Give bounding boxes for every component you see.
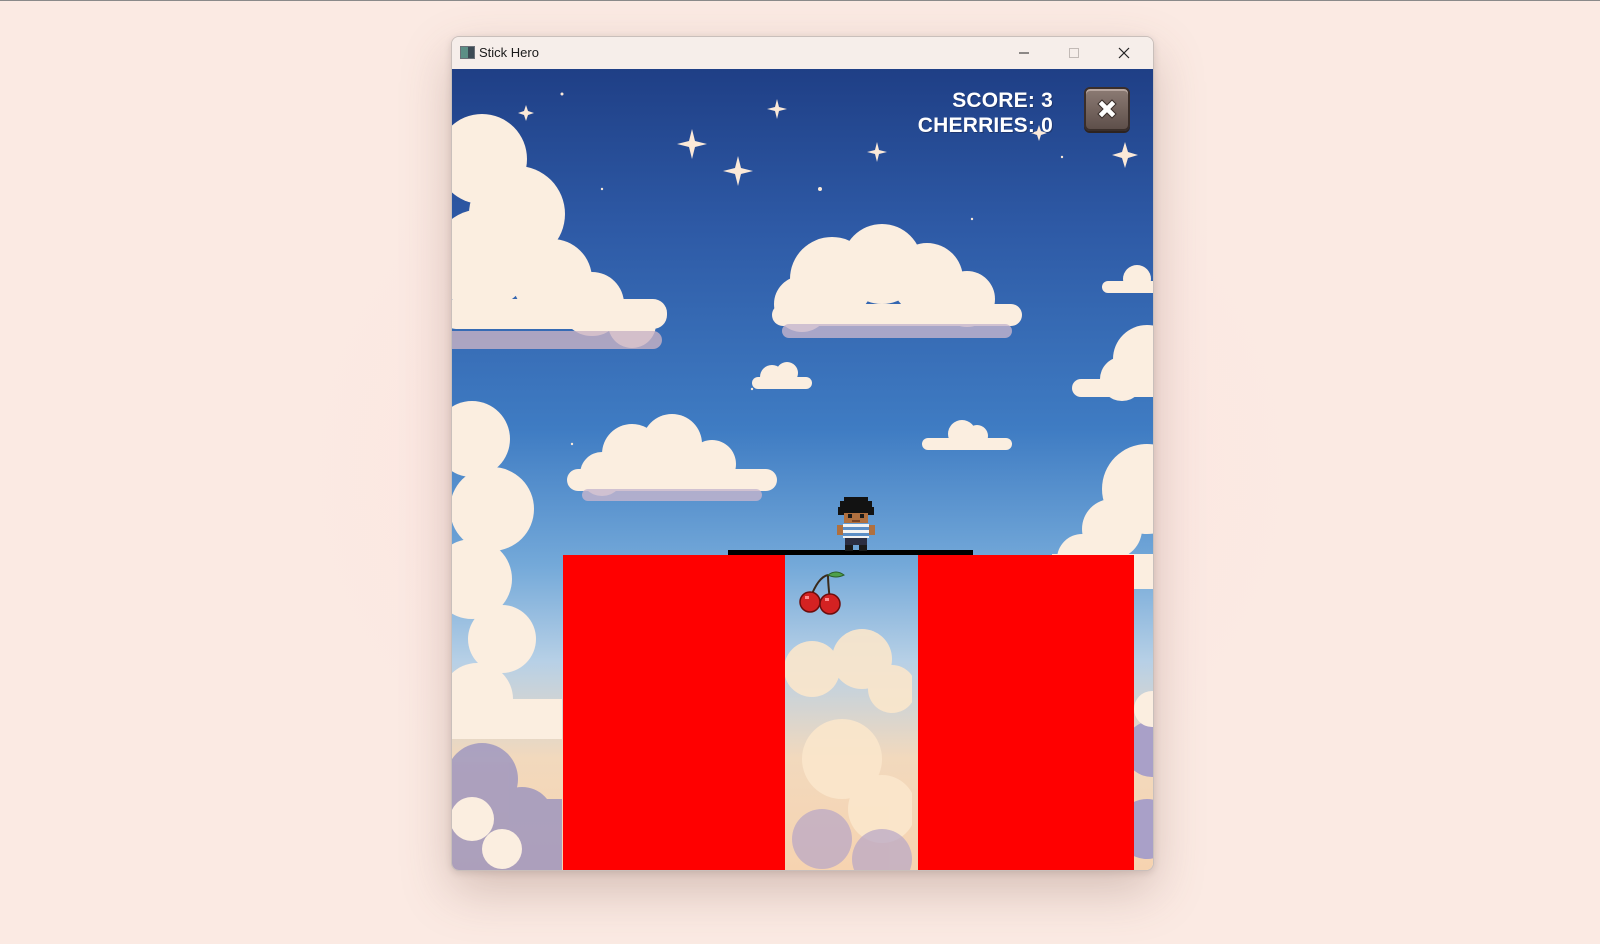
window-title: Stick Hero	[479, 45, 539, 60]
close-icon	[1118, 47, 1130, 59]
cherries-display: CHERRIES: 0	[917, 114, 1053, 137]
screen-top-edge	[0, 0, 1600, 1]
score-display: SCORE: 3	[952, 89, 1053, 112]
cloud-left-large	[452, 114, 667, 349]
maximize-icon	[1069, 48, 1079, 58]
cloud-small-2	[922, 420, 1012, 450]
close-icon	[1097, 99, 1117, 119]
cloud-right	[1052, 265, 1153, 589]
pillar-right	[918, 555, 1134, 870]
hero-character	[837, 497, 875, 551]
cherry	[799, 571, 845, 615]
cloud-center-mid	[567, 414, 777, 501]
cloud-small-1	[752, 362, 812, 389]
pillar-left	[563, 555, 785, 870]
quit-game-button[interactable]	[1084, 87, 1130, 131]
cloud-center-top	[772, 224, 1022, 338]
maximize-button	[1049, 37, 1099, 69]
cloud-gap	[784, 629, 912, 870]
title-bar[interactable]: Stick Hero	[452, 37, 1153, 69]
game-window: Stick Hero SCORE: 3 CHERRIES: 0	[451, 36, 1154, 871]
app-icon	[460, 46, 475, 59]
close-window-button[interactable]	[1099, 37, 1149, 69]
game-canvas[interactable]: SCORE: 3 CHERRIES: 0	[452, 69, 1153, 870]
minimize-button[interactable]	[999, 37, 1049, 69]
minimize-icon	[1019, 52, 1029, 54]
cloud-lower-left	[452, 401, 562, 870]
